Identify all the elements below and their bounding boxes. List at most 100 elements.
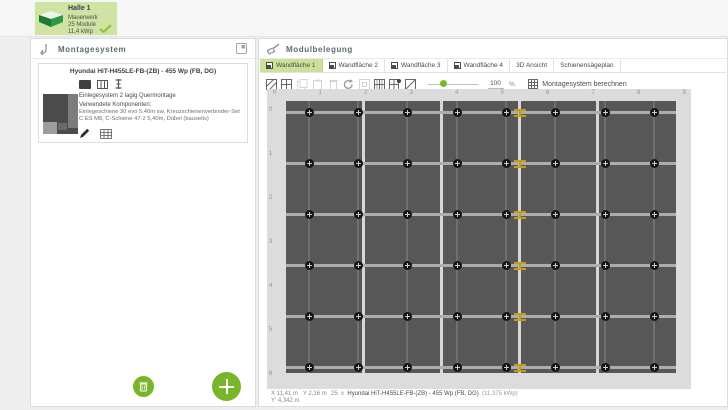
anchor-point[interactable]	[402, 108, 412, 117]
anchor-point[interactable]	[353, 159, 363, 168]
wall-surface[interactable]	[286, 101, 676, 373]
anchor-point[interactable]	[353, 363, 363, 372]
rail-connector[interactable]	[514, 210, 526, 219]
anchor-point[interactable]	[600, 159, 610, 168]
delete-mounting-system-button[interactable]	[133, 376, 154, 397]
anchor-point[interactable]	[649, 108, 659, 117]
rail-grid-icon	[97, 79, 108, 89]
anchor-point[interactable]	[353, 210, 363, 219]
anchor-point[interactable]	[304, 363, 314, 372]
anchor-point[interactable]	[402, 210, 412, 219]
rail-connector[interactable]	[514, 312, 526, 321]
ruler-tick-label: 2	[364, 90, 368, 96]
anchor-point[interactable]	[501, 159, 511, 168]
anchor-point[interactable]	[501, 108, 511, 117]
coord-y2: Y' 4,342 m	[271, 398, 300, 404]
module-column-separator	[518, 101, 521, 373]
calculate-mounting-system-button[interactable]: Montagesystem berechnen	[528, 79, 627, 89]
module-column-separator	[596, 101, 599, 373]
vertical-rail	[308, 101, 310, 373]
wall-surface-icon	[453, 62, 461, 69]
components-text: Einlegeschiene 30 evo 5,40m sw, Kreuzsch…	[79, 109, 240, 122]
anchor-point[interactable]	[304, 312, 314, 321]
layout-canvas[interactable]: 0 1 2 3 4 5 6 7 8 9 0 1 2 3 4 5 6	[267, 89, 691, 389]
mounting-system-header: Montagesystem	[31, 39, 255, 59]
vertical-rail	[554, 101, 556, 373]
anchor-point[interactable]	[501, 210, 511, 219]
zoom-level-input[interactable]	[487, 79, 504, 89]
mounting-type-line: Einlegesystem 2 lagig Quermontage	[79, 93, 176, 99]
anchor-point[interactable]	[452, 210, 462, 219]
ruler-tick-label: 5	[269, 327, 273, 333]
ruler-tick-label: 1	[318, 90, 322, 96]
anchor-point[interactable]	[649, 261, 659, 270]
tab-schienensaegeplan[interactable]: Schienensägeplan	[554, 59, 621, 72]
mounting-system-panel: Montagesystem Hyundai HiT-H455LE-FB-(ZB)…	[30, 38, 256, 407]
anchor-point[interactable]	[600, 210, 610, 219]
tab-wandflaeche-1[interactable]: Wandfläche 1	[260, 59, 323, 72]
anchor-point[interactable]	[452, 363, 462, 372]
anchor-point[interactable]	[452, 261, 462, 270]
multiply-sign: x	[341, 391, 345, 397]
tab-wandflaeche-4[interactable]: Wandfläche 4	[448, 59, 511, 72]
add-mounting-system-button[interactable]	[212, 372, 241, 401]
anchor-point[interactable]	[353, 108, 363, 117]
anchor-point[interactable]	[501, 261, 511, 270]
anchor-point[interactable]	[304, 210, 314, 219]
rail-connector[interactable]	[514, 108, 526, 117]
anchor-point[interactable]	[649, 210, 659, 219]
anchor-point[interactable]	[501, 363, 511, 372]
anchor-point[interactable]	[452, 159, 462, 168]
anchor-point[interactable]	[304, 108, 314, 117]
parts-list-icon[interactable]	[100, 128, 112, 139]
zoom-slider-track[interactable]	[428, 83, 478, 85]
anchor-point[interactable]	[550, 363, 560, 372]
ruler-tick-label: 0	[269, 107, 273, 113]
module-layout-icon	[267, 43, 280, 55]
anchor-point[interactable]	[304, 261, 314, 270]
ruler-tick-label: 4	[269, 283, 273, 289]
anchor-point[interactable]	[649, 159, 659, 168]
calculate-button-label: Montagesystem berechnen	[542, 80, 627, 88]
building-card[interactable]: Halle 1 Mauerwerk 25 Module 11,4 kWp	[35, 2, 117, 35]
anchor-point[interactable]	[649, 363, 659, 372]
rail-connector[interactable]	[514, 261, 526, 270]
anchor-point[interactable]	[353, 312, 363, 321]
anchor-point[interactable]	[600, 363, 610, 372]
anchor-point[interactable]	[600, 108, 610, 117]
ruler-tick-label: 7	[591, 90, 595, 96]
anchor-point[interactable]	[550, 210, 560, 219]
anchor-point[interactable]	[600, 312, 610, 321]
anchor-point[interactable]	[402, 159, 412, 168]
anchor-point[interactable]	[649, 312, 659, 321]
vertical-rail	[357, 101, 359, 373]
anchor-point[interactable]	[550, 261, 560, 270]
anchor-point[interactable]	[402, 312, 412, 321]
module-name: Hyundai HiT-H455LE-FB-(ZB) - 455 Wp (FB,…	[347, 391, 479, 397]
mounting-preview-thumbnail	[43, 94, 78, 134]
anchor-point[interactable]	[353, 261, 363, 270]
anchor-point[interactable]	[600, 261, 610, 270]
rail-connector[interactable]	[514, 363, 526, 372]
anchor-point[interactable]	[452, 312, 462, 321]
anchor-point[interactable]	[501, 312, 511, 321]
tab-3d-ansicht[interactable]: 3D Ansicht	[510, 59, 555, 72]
detach-panel-icon[interactable]	[236, 43, 247, 54]
anchor-point[interactable]	[550, 312, 560, 321]
rail-connector[interactable]	[514, 159, 526, 168]
tab-wandflaeche-3[interactable]: Wandfläche 3	[385, 59, 448, 72]
horizontal-rail	[286, 162, 676, 165]
building-module-count: 25 Module	[68, 22, 97, 28]
zoom-slider-knob[interactable]	[440, 80, 447, 87]
anchor-point[interactable]	[550, 108, 560, 117]
vertical-rail	[653, 101, 655, 373]
anchor-point[interactable]	[550, 159, 560, 168]
tab-wandflaeche-2[interactable]: Wandfläche 2	[323, 59, 386, 72]
mounting-system-card[interactable]: Hyundai HiT-H455LE-FB-(ZB) - 455 Wp (FB,…	[38, 63, 248, 143]
edit-mounting-icon[interactable]	[79, 128, 90, 139]
anchor-point[interactable]	[452, 108, 462, 117]
anchor-point[interactable]	[402, 363, 412, 372]
anchor-point[interactable]	[402, 261, 412, 270]
module-card-indicator-icons	[79, 79, 123, 89]
anchor-point[interactable]	[304, 159, 314, 168]
